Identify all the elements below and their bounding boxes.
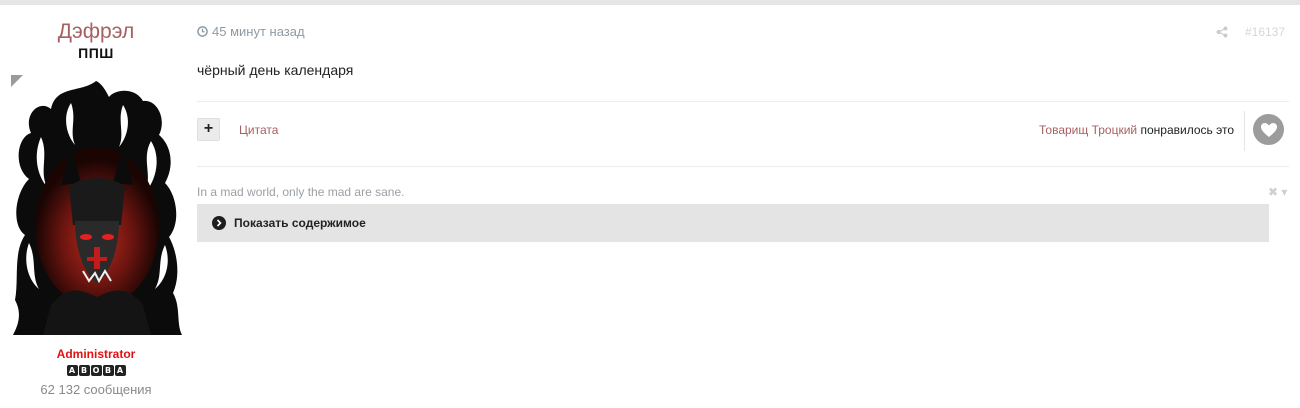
badge: B (102, 365, 114, 376)
post-content: чёрный день календаря (197, 62, 354, 78)
divider (197, 101, 1289, 102)
post-count: 62 132 сообщения (40, 382, 152, 397)
like-button[interactable] (1253, 114, 1284, 145)
share-icon[interactable] (1216, 26, 1228, 38)
spoiler-label: Показать содержимое (234, 216, 366, 230)
badge: A (114, 365, 126, 376)
avatar[interactable] (11, 75, 182, 335)
badge-row: A B O B A (0, 365, 192, 376)
top-strip (0, 0, 1300, 5)
like-separator (1244, 111, 1245, 151)
liker-link[interactable]: Товарищ Троцкий (1039, 123, 1137, 137)
demon-in-flames-avatar-image (11, 75, 182, 335)
multiquote-button[interactable]: + (197, 118, 220, 141)
clock-icon (197, 26, 208, 37)
author-group: ППШ (78, 45, 114, 61)
signature-text: In a mad world, only the mad are sane. (197, 185, 405, 199)
author-panel: Дэфрэл ППШ Administrator A B O B A 62 13… (0, 5, 192, 408)
post-id-link[interactable]: #16137 (1245, 25, 1285, 39)
author-role: Administrator (56, 347, 136, 361)
likes-summary: Товарищ Троцкий понравилось это (1039, 123, 1234, 137)
heart-icon (1260, 122, 1277, 137)
post-time[interactable]: 45 минут назад (212, 24, 305, 39)
badge: A (66, 365, 78, 376)
divider (197, 166, 1289, 167)
quote-button[interactable]: Цитата (239, 123, 278, 137)
author-name[interactable]: Дэфрэл (0, 20, 192, 44)
badge: O (90, 365, 102, 376)
chevron-right-circle-icon (212, 216, 226, 230)
signature-options-icon[interactable]: ✖ ▾ (1268, 185, 1287, 199)
badge: B (78, 365, 90, 376)
post-meta: 45 минут назад (197, 24, 305, 39)
liked-text: понравилось это (1137, 123, 1234, 137)
spoiler-toggle[interactable]: Показать содержимое (197, 204, 1269, 242)
